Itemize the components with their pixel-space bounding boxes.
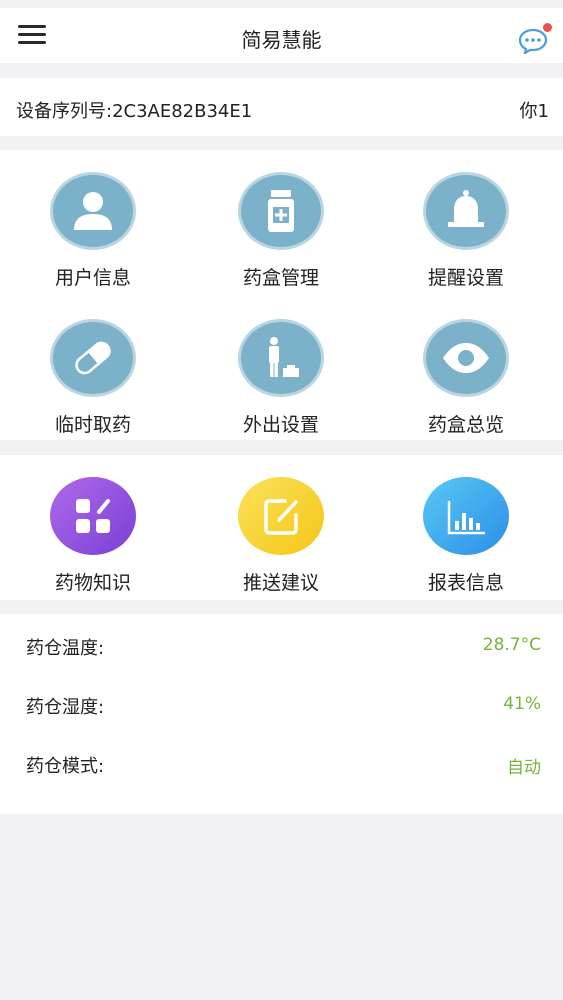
tile-label: 临时取药	[54, 414, 131, 436]
extra-function-grid: 药物知识 推送建议 报表信息	[0, 455, 563, 600]
status-row-mode: 药仓模式: 自动	[0, 744, 563, 784]
bar-chart-icon	[423, 477, 509, 555]
bell-icon	[423, 172, 509, 250]
tile-label: 推送建议	[242, 572, 319, 594]
mode-value: 自动	[507, 758, 541, 778]
tile-push-suggestions[interactable]: 推送建议	[201, 455, 361, 594]
medicine-bottle-icon	[238, 172, 324, 250]
storage-status-panel: 药仓温度: 28.7°C 药仓湿度: 41% 药仓模式: 自动	[0, 614, 563, 814]
eye-icon	[423, 319, 509, 397]
humidity-label: 药仓湿度:	[26, 697, 105, 718]
tile-label: 用户信息	[54, 267, 131, 289]
tile-drug-knowledge[interactable]: 药物知识	[13, 455, 173, 594]
tile-pillbox-manage[interactable]: 药盒管理	[201, 150, 361, 289]
user-icon	[50, 172, 136, 250]
notification-badge	[543, 23, 552, 32]
tile-outing-settings[interactable]: 外出设置	[201, 297, 361, 436]
message-icon[interactable]	[518, 23, 552, 56]
page-title: 简易慧能	[241, 28, 322, 52]
tile-temporary-take[interactable]: 临时取药	[13, 297, 173, 436]
tile-user-info[interactable]: 用户信息	[13, 150, 173, 289]
device-user: 你1	[519, 101, 549, 122]
tile-label: 药盒总览	[427, 414, 504, 436]
menu-icon[interactable]	[18, 25, 46, 47]
traveler-icon	[238, 319, 324, 397]
tile-pillbox-overview[interactable]: 药盒总览	[386, 297, 546, 436]
edit-icon	[238, 477, 324, 555]
tile-label: 药盒管理	[242, 267, 319, 289]
status-row-humidity: 药仓湿度: 41%	[0, 685, 563, 725]
humidity-value: 41%	[503, 694, 541, 714]
tile-report-info[interactable]: 报表信息	[386, 455, 546, 594]
main-function-grid: 用户信息 药盒管理 提醒设置 临时取药 外出设置 药盒总览	[0, 150, 563, 440]
temperature-value: 28.7°C	[482, 635, 541, 655]
capsule-icon	[50, 319, 136, 397]
tile-label: 外出设置	[242, 414, 319, 436]
mode-label: 药仓模式:	[26, 756, 105, 777]
top-app-bar: 简易慧能	[0, 8, 563, 63]
tile-label: 药物知识	[54, 572, 131, 594]
device-serial: 设备序列号:2C3AE82B34E1	[16, 101, 253, 122]
temperature-label: 药仓温度:	[26, 638, 105, 659]
apps-icon	[50, 477, 136, 555]
tile-label: 提醒设置	[427, 267, 504, 289]
device-info-bar: 设备序列号:2C3AE82B34E1 你1	[0, 78, 563, 136]
status-row-temperature: 药仓温度: 28.7°C	[0, 626, 563, 666]
tile-reminder-settings[interactable]: 提醒设置	[386, 150, 546, 289]
tile-label: 报表信息	[427, 572, 504, 594]
